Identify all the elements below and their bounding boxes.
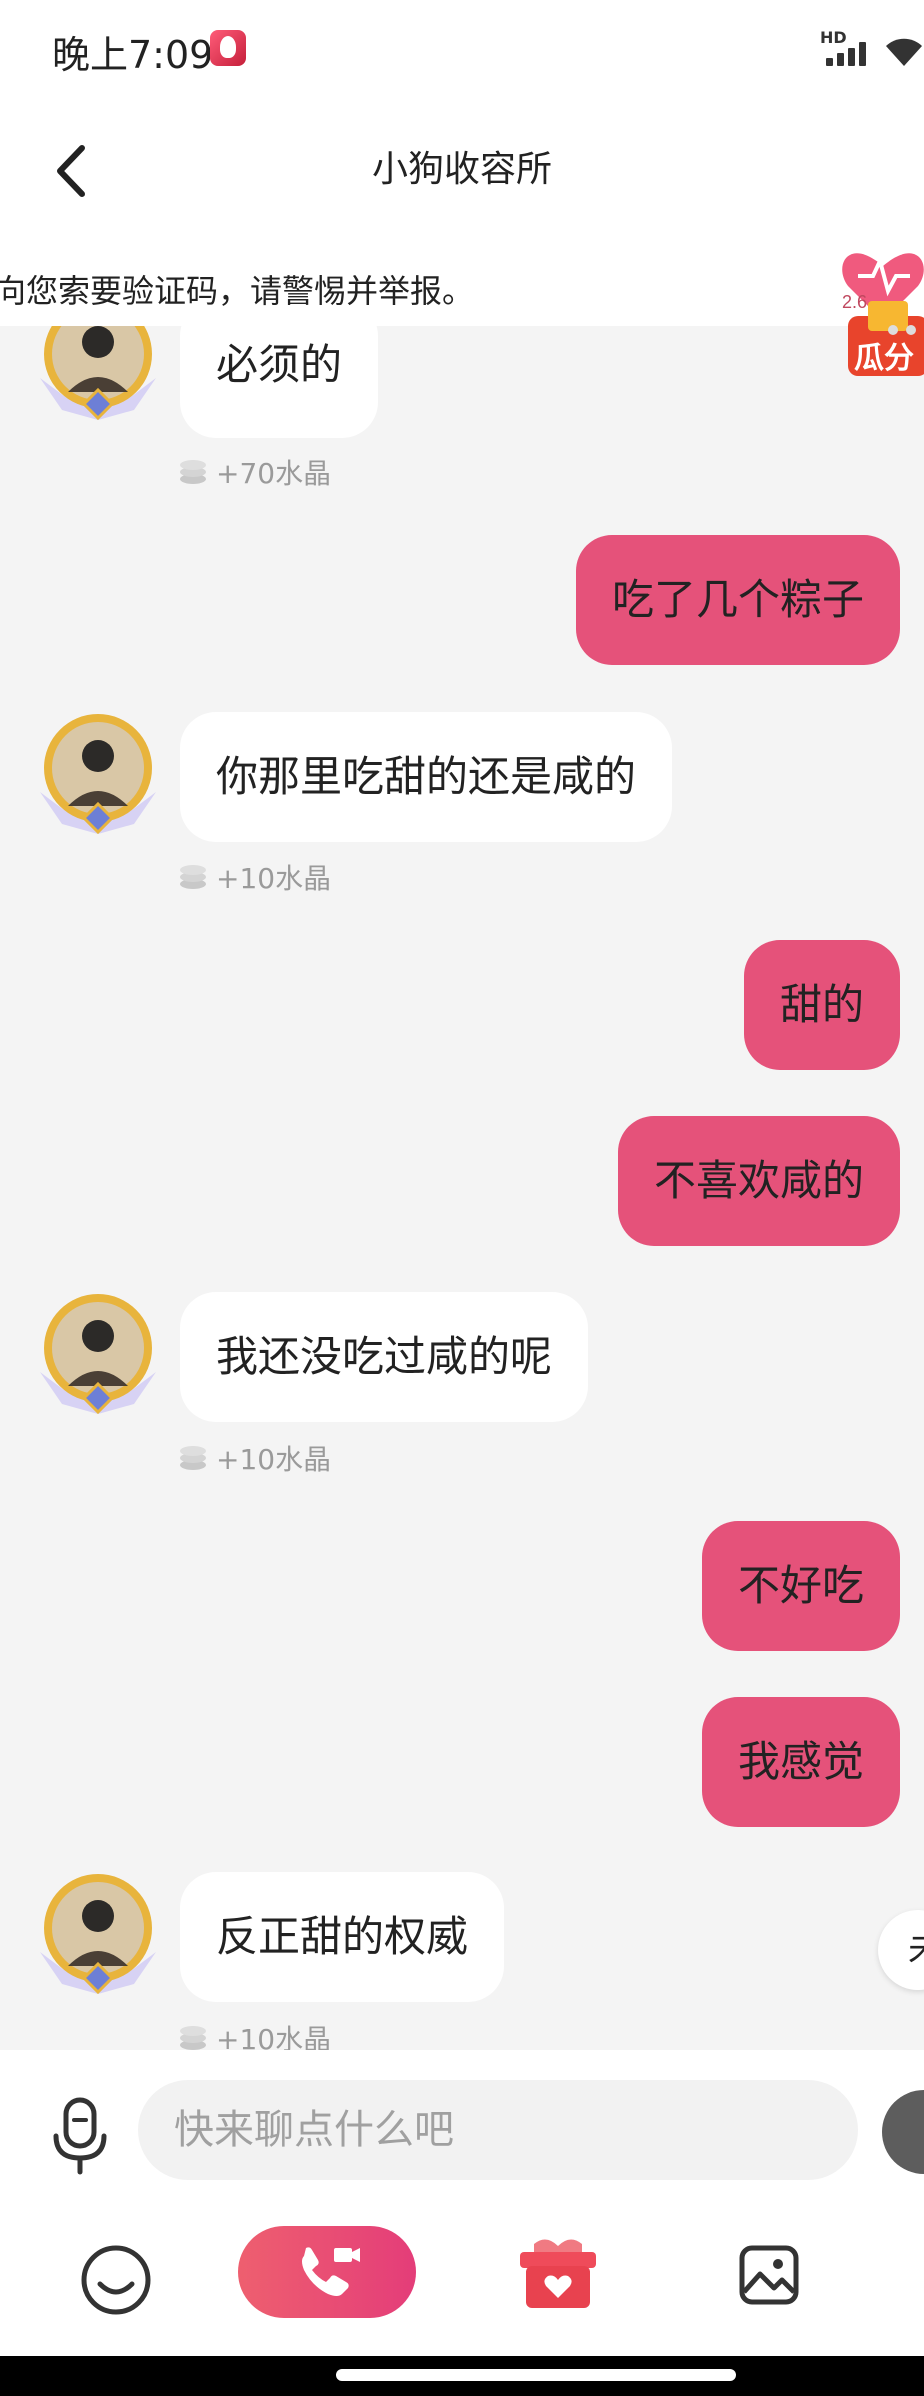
incoming-message-bubble[interactable]: 必须的 [180,326,379,438]
app-notification-icon [210,30,246,66]
reward-amount: +10水晶 [216,1443,332,1476]
emoji-button[interactable] [80,2244,152,2316]
chat-toolbar [0,2200,924,2356]
gift-button[interactable] [516,2230,600,2314]
navigation-bar [0,2356,924,2396]
image-picker-button[interactable] [738,2244,800,2306]
reward-amount: +70水晶 [216,457,332,490]
incoming-message-bubble[interactable]: 你那里吃甜的还是咸的 [180,712,673,842]
reward-amount: +10水晶 [216,862,332,895]
gift-heart-icon [520,2239,596,2308]
crystal-reward: +10水晶 [178,2018,331,2050]
video-call-button[interactable] [238,2226,416,2318]
chat-message-list[interactable]: 必须的 +70水晶 吃了几个粽子 你那里吃甜的还是咸的 +10水晶 甜的 不喜欢… [0,326,924,2050]
page-title: 小狗收容所 [371,149,552,190]
chat-header: 小狗收容所 向您索要验证码，请警惕并举报。 2.6 瓜分 [0,96,924,376]
signal-strength-icon [826,40,876,66]
home-indicator[interactable] [336,2369,736,2381]
contact-avatar[interactable] [32,706,164,838]
message-input[interactable] [138,2080,858,2180]
phone-video-icon [302,2247,360,2296]
promo-date: 2.6 [842,292,867,312]
smiley-icon [81,2245,151,2315]
outgoing-message-bubble[interactable]: 甜的 [743,940,900,1070]
outgoing-message-bubble[interactable]: 吃了几个粽子 [575,535,900,665]
contact-avatar[interactable] [32,1286,164,1418]
wifi-icon [884,34,924,68]
crystal-stack-icon [180,2026,206,2050]
message-input-bar [0,2050,924,2200]
crystal-reward: +10水晶 [178,1438,331,1478]
status-time: 晚上7:09 [52,33,214,77]
crystal-stack-icon [180,1446,206,1470]
incoming-message-bubble[interactable]: 我还没吃过咸的呢 [180,1292,589,1422]
status-bar: 晚上7:09 HD [0,0,924,96]
crystal-stack-icon [180,865,206,889]
contact-avatar[interactable] [32,326,164,424]
image-icon [739,2245,799,2305]
crystal-reward: +70水晶 [178,452,331,492]
outgoing-message-bubble[interactable]: 不好吃 [701,1521,900,1651]
crystal-reward: +10水晶 [178,857,331,897]
contact-avatar[interactable] [32,1866,164,1998]
microphone-icon [53,2097,107,2175]
crystal-stack-icon [180,460,206,484]
incoming-message-bubble[interactable]: 反正甜的权威 [180,1872,505,2002]
voice-input-button[interactable] [50,2096,110,2176]
send-button[interactable] [882,2090,924,2174]
outgoing-message-bubble[interactable]: 我感觉 [701,1697,900,1827]
security-warning: 向您索要验证码，请警惕并举报。 [0,272,475,310]
outgoing-message-bubble[interactable]: 不喜欢咸的 [617,1116,900,1246]
reward-amount: +10水晶 [216,2023,332,2050]
